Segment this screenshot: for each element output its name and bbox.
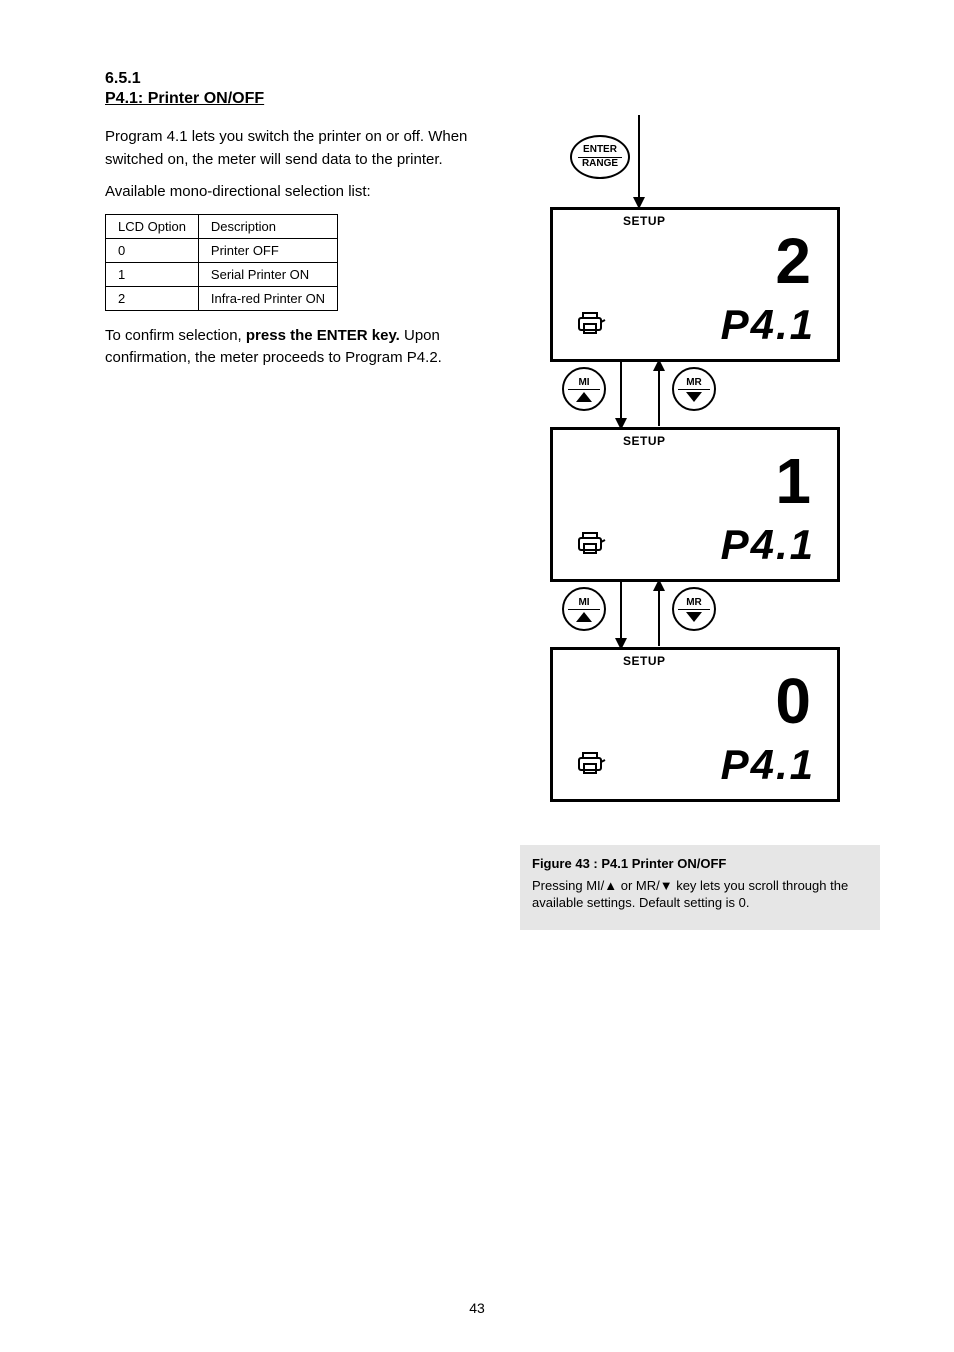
mi-up-button[interactable]: MI — [562, 587, 610, 631]
lcd-screen-2: SETUP 1 P4.1 — [550, 427, 840, 582]
figure-diagram: ENTER RANGE SETUP 2 P4.1 — [520, 135, 880, 855]
mi-up-button[interactable]: MI — [562, 367, 610, 411]
mi-label: MI — [578, 377, 589, 388]
lcd-digit: 1 — [775, 444, 809, 518]
para3-action: press the ENTER key. — [246, 327, 400, 344]
table-cell: 2 — [106, 286, 199, 310]
page-number: 43 — [0, 1300, 954, 1316]
table-cell: LCD Option — [106, 214, 199, 238]
printer-icon — [575, 310, 609, 341]
table-cell: Printer OFF — [198, 238, 337, 262]
table-cell: 0 — [106, 238, 199, 262]
paragraph-3: To confirm selection, press the ENTER ke… — [105, 325, 485, 370]
lcd-param: P4.1 — [721, 741, 815, 789]
lcd-screen-3: SETUP 0 P4.1 — [550, 647, 840, 802]
mi-label: MI — [578, 597, 589, 608]
setup-label: SETUP — [623, 434, 666, 448]
table-cell: Serial Printer ON — [198, 262, 337, 286]
lcd-digit: 2 — [775, 224, 809, 298]
mr-label: MR — [686, 597, 702, 608]
setup-label: SETUP — [623, 214, 666, 228]
figure-title: Figure 43 : P4.1 Printer ON/OFF — [532, 855, 868, 873]
table-cell: Infra-red Printer ON — [198, 286, 337, 310]
enter-label: ENTER — [583, 145, 617, 156]
options-table: LCD Option Description 0 Printer OFF 1 S… — [105, 214, 485, 311]
section-title: P4.1: Printer ON/OFF — [105, 90, 874, 108]
lcd-screen-1: SETUP 2 P4.1 — [550, 207, 840, 362]
enter-range-button[interactable]: ENTER RANGE — [570, 135, 630, 179]
table-cell: Description — [198, 214, 337, 238]
lcd-digit: 0 — [775, 664, 809, 738]
range-label: RANGE — [582, 159, 618, 170]
lcd-param: P4.1 — [721, 521, 815, 569]
para3-prefix: To confirm selection, — [105, 327, 246, 344]
table-cell: 1 — [106, 262, 199, 286]
setup-label: SETUP — [623, 654, 666, 668]
printer-icon — [575, 750, 609, 781]
mr-down-button[interactable]: MR — [672, 367, 720, 411]
mr-label: MR — [686, 377, 702, 388]
section-number: 6.5.1 — [105, 70, 874, 88]
lcd-param: P4.1 — [721, 301, 815, 349]
paragraph-2: Available mono-directional selection lis… — [105, 181, 485, 204]
figure-caption-box: Figure 43 : P4.1 Printer ON/OFF Pressing… — [520, 845, 880, 930]
mr-down-button[interactable]: MR — [672, 587, 720, 631]
printer-icon — [575, 530, 609, 561]
figure-caption-text: Pressing MI/▲ or MR/▼ key lets you scrol… — [532, 877, 868, 912]
paragraph-1: Program 4.1 lets you switch the printer … — [105, 126, 485, 171]
